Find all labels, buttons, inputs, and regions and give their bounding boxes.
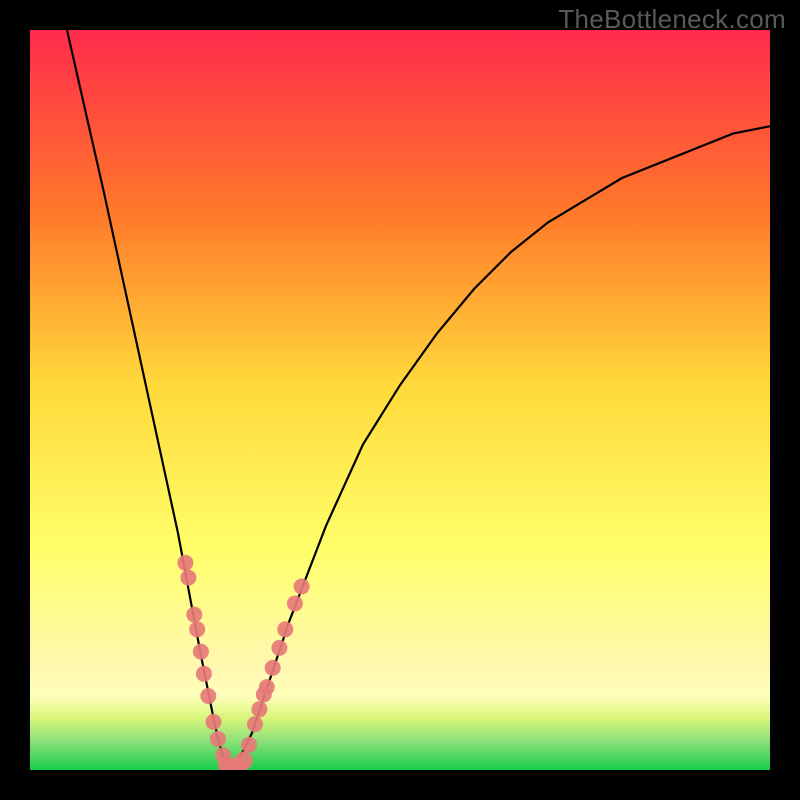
data-point [200,688,216,704]
watermark-text: TheBottleneck.com [558,4,786,35]
data-point [189,621,205,637]
data-point [235,751,253,769]
data-point [180,570,196,586]
data-point [287,596,303,612]
plot-area [30,30,770,770]
data-point [210,731,226,747]
chart-frame: TheBottleneck.com [0,0,800,800]
gradient-background [30,30,770,770]
data-point [241,737,257,753]
chart-svg [30,30,770,770]
data-point [247,716,263,732]
data-point [271,640,287,656]
data-point [265,660,281,676]
data-point [259,679,275,695]
data-point [294,579,310,595]
data-point [186,607,202,623]
data-point [277,621,293,637]
data-point [177,555,193,571]
data-point [206,714,222,730]
data-point [196,666,212,682]
data-point [251,701,267,717]
data-point [193,644,209,660]
